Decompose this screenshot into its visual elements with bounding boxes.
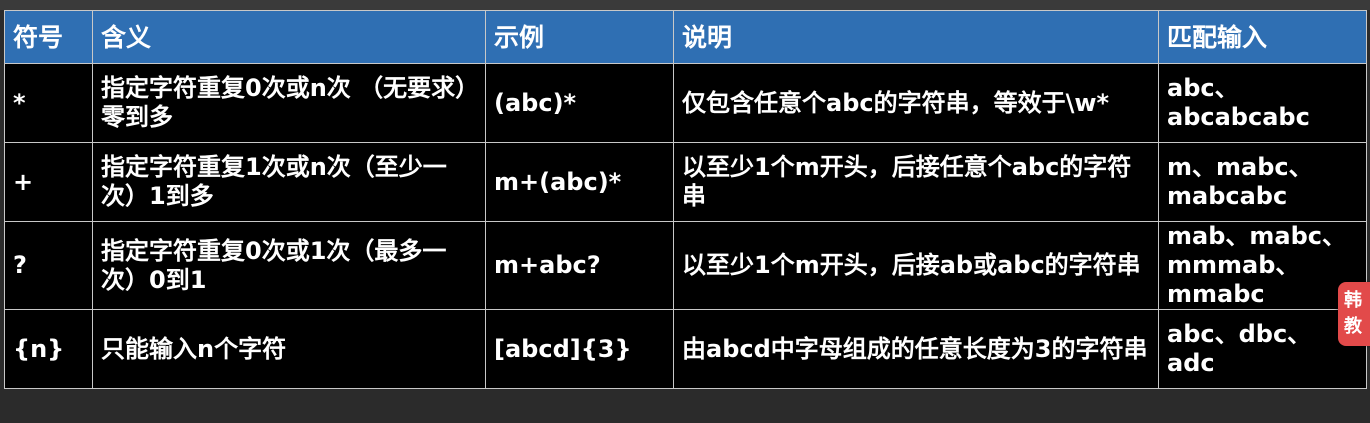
header-example: 示例 [485,10,674,64]
cell-matches: m、mabc、mabcabc [1158,142,1367,222]
header-description: 说明 [673,10,1159,64]
header-symbol: 符号 [4,10,93,64]
header-row: 符号 含义 示例 说明 匹配输入 [4,10,1367,64]
cell-meaning: 指定字符重复1次或n次（至少一次）1到多 [92,142,486,222]
table-row: {n} 只能输入n个字符 [abcd]{3} 由abcd中字母组成的任意长度为3… [4,309,1367,389]
cell-example: [abcd]{3} [485,309,674,389]
cell-description: 以至少1个m开头，后接ab或abc的字符串 [673,221,1159,310]
cell-example: (abc)* [485,63,674,143]
header-meaning: 含义 [92,10,486,64]
header-matches: 匹配输入 [1158,10,1367,64]
top-background-strip [0,0,1370,10]
cell-meaning: 只能输入n个字符 [92,309,486,389]
side-badge-line1: 韩 [1344,290,1362,311]
table-row: + 指定字符重复1次或n次（至少一次）1到多 m+(abc)* 以至少1个m开头… [4,142,1367,222]
cell-meaning: 指定字符重复0次或1次（最多一次）0到1 [92,221,486,310]
cell-symbol: ? [4,221,93,310]
cell-matches: mab、mabc、mmmab、mmabc [1158,221,1367,310]
table-row: * 指定字符重复0次或n次 （无要求）零到多 (abc)* 仅包含任意个abc的… [4,63,1367,143]
side-floating-badge[interactable]: 韩 教 [1338,282,1370,346]
cell-description: 以至少1个m开头，后接任意个abc的字符串 [673,142,1159,222]
cell-matches: abc、dbc、adc [1158,309,1367,389]
cell-symbol: * [4,63,93,143]
side-badge-line2: 教 [1344,316,1362,337]
table-row: ? 指定字符重复0次或1次（最多一次）0到1 m+abc? 以至少1个m开头，后… [4,221,1367,310]
cell-description: 由abcd中字母组成的任意长度为3的字符串 [673,309,1159,389]
cell-description: 仅包含任意个abc的字符串，等效于\w* [673,63,1159,143]
cell-symbol: {n} [4,309,93,389]
regex-quantifier-table: 符号 含义 示例 说明 匹配输入 * 指定字符重复0次或n次 （无要求）零到多 … [4,10,1367,389]
cell-symbol: + [4,142,93,222]
cell-example: m+abc? [485,221,674,310]
cell-matches: abc、abcabcabc [1158,63,1367,143]
cell-meaning: 指定字符重复0次或n次 （无要求）零到多 [92,63,486,143]
cell-example: m+(abc)* [485,142,674,222]
